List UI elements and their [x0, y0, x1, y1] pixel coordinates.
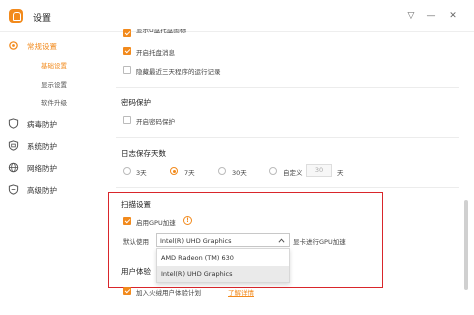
log-days-7-label: 7天	[184, 169, 195, 177]
sidebar-item-label: 网络防护	[27, 164, 57, 173]
sidebar-item-virus-protection[interactable]: 病毒防护	[0, 115, 104, 133]
log-section-title: 日志保存天数	[121, 149, 166, 158]
sidebar-subitem-software-upgrade[interactable]: 软件升级	[41, 97, 67, 109]
log-days-30-label: 30天	[232, 169, 247, 177]
log-days-custom-radio[interactable]	[269, 167, 277, 175]
password-protection-checkbox[interactable]	[123, 116, 131, 124]
custom-days-unit: 天	[337, 169, 344, 177]
gpu-acceleration-suffix: 显卡进行GPU加速	[293, 238, 346, 246]
sidebar-item-label: 系统防护	[27, 142, 57, 151]
globe-icon	[8, 162, 19, 173]
gpu-select-value: Intel(R) UHD Graphics	[160, 237, 232, 245]
usb-tray-icon-checkbox[interactable]	[123, 29, 131, 37]
experience-section-title: 用户体验	[121, 267, 151, 276]
sidebar-subitem-display-settings[interactable]: 显示设置	[41, 79, 67, 91]
sidebar: 常规设置 基础设置 显示设置 软件升级 病毒防护 系统防护 网络防护 高级防护	[0, 32, 104, 315]
scrollbar[interactable]	[463, 32, 469, 315]
close-button[interactable]: ✕	[446, 9, 460, 23]
sidebar-item-label: 高级防护	[27, 186, 57, 195]
sidebar-item-advanced-protection[interactable]: 高级防护	[0, 181, 104, 199]
learn-more-link[interactable]: 了解详情	[228, 287, 254, 297]
sidebar-subitem-basic-settings[interactable]: 基础设置	[41, 60, 67, 72]
user-experience-label: 加入火绒用户体验计划	[136, 289, 201, 297]
section-divider	[116, 187, 459, 188]
log-days-custom-label: 自定义	[283, 169, 303, 177]
gpu-option-amd[interactable]: AMD Radeon (TM) 630	[157, 250, 289, 266]
default-use-label: 默认使用	[123, 238, 149, 246]
app-logo-icon	[9, 9, 23, 23]
menu-dropdown-button[interactable]: ▽	[404, 9, 418, 23]
minimize-button[interactable]: —	[424, 9, 438, 23]
gear-icon	[9, 41, 18, 50]
usb-tray-icon-label: 显示U盘托盘图标	[136, 29, 187, 34]
log-days-7-radio[interactable]	[170, 167, 178, 175]
chevron-up-icon	[278, 238, 285, 243]
system-shield-icon	[8, 140, 19, 151]
tray-message-label: 开启托盘消息	[136, 49, 175, 57]
advanced-shield-icon	[8, 184, 19, 195]
section-divider	[116, 137, 459, 138]
hide-recent-records-label: 隐藏最近三天程序的运行记录	[136, 68, 221, 76]
window-title: 设置	[33, 14, 52, 24]
gpu-acceleration-label: 启用GPU加速	[136, 219, 176, 227]
sidebar-item-general-settings[interactable]: 常规设置	[0, 37, 104, 55]
sidebar-item-label: 常规设置	[27, 42, 57, 51]
user-experience-checkbox[interactable]	[123, 287, 131, 295]
log-days-3-radio[interactable]	[123, 167, 131, 175]
gpu-option-intel[interactable]: Intel(R) UHD Graphics	[157, 266, 289, 282]
scrollbar-thumb[interactable]	[464, 200, 468, 290]
custom-days-input[interactable]: 30	[306, 164, 332, 177]
password-section-title: 密码保护	[121, 98, 151, 107]
gpu-acceleration-checkbox[interactable]	[123, 217, 131, 225]
shield-icon	[8, 118, 19, 129]
tray-message-checkbox[interactable]	[123, 47, 131, 55]
title-bar: 设置 ▽ — ✕	[0, 0, 474, 32]
section-divider	[116, 87, 459, 88]
sidebar-item-system-protection[interactable]: 系统防护	[0, 137, 104, 155]
password-protection-label: 开启密码保护	[136, 118, 175, 126]
scan-section-title: 扫描设置	[121, 200, 151, 209]
gpu-dropdown-list: AMD Radeon (TM) 630 Intel(R) UHD Graphic…	[156, 248, 290, 283]
gpu-select[interactable]: Intel(R) UHD Graphics	[156, 233, 290, 247]
sidebar-item-label: 病毒防护	[27, 120, 57, 129]
log-days-3-label: 3天	[136, 169, 147, 177]
hide-recent-records-checkbox[interactable]	[123, 66, 131, 74]
sidebar-item-network-protection[interactable]: 网络防护	[0, 159, 104, 177]
info-icon[interactable]: !	[183, 216, 192, 225]
log-days-30-radio[interactable]	[218, 167, 226, 175]
